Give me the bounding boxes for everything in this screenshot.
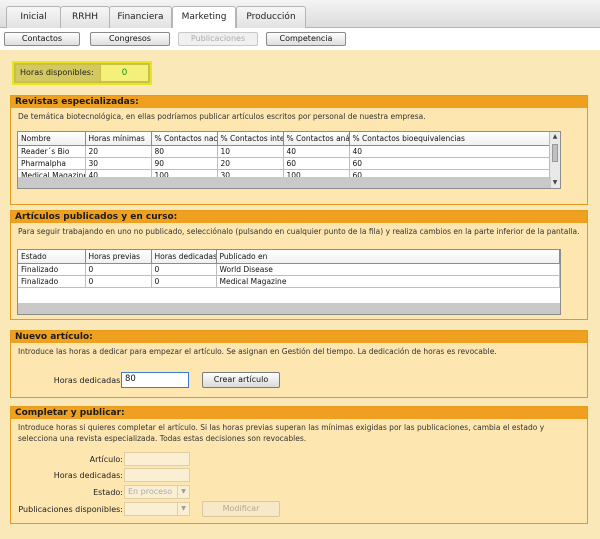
col-estado[interactable]: Estado (18, 250, 86, 264)
table-header-row: Nombre Horas mínimas % Contactos naci % … (18, 132, 551, 146)
subtab-competencia[interactable]: Competencia (266, 32, 346, 46)
cell: 0 (151, 263, 217, 276)
completar-hours-input[interactable] (124, 468, 190, 482)
cell: 20 (85, 145, 152, 158)
col-contactos-anal[interactable]: % Contactos anál (283, 132, 350, 146)
completar-title: Completar y publicar: (11, 407, 587, 419)
cell: 80 (151, 145, 218, 158)
nuevo-hours-input[interactable]: 80 (121, 372, 189, 388)
table-row[interactable]: Finalizado 0 0 World Disease (18, 263, 560, 276)
hours-available-box: Horas disponibles: 0 (12, 61, 152, 85)
col-nombre[interactable]: Nombre (18, 132, 86, 146)
chevron-down-icon: ▼ (177, 486, 189, 498)
cell: 20 (217, 157, 284, 170)
estado-selected-value: En proceso (128, 487, 173, 496)
hours-available-label: Horas disponibles: (16, 65, 100, 81)
col-contactos-inter[interactable]: % Contactos inter (217, 132, 284, 146)
hours-available-value: 0 (101, 65, 148, 81)
create-article-button[interactable]: Crear artículo (202, 372, 280, 388)
revistas-table: Nombre Horas mínimas % Contactos naci % … (17, 131, 561, 189)
articulos-horizontal-scrollbar[interactable] (18, 303, 560, 314)
nuevo-description: Introduce las horas a dedicar para empez… (18, 347, 497, 356)
cell: 0 (85, 275, 152, 288)
cell: 40 (283, 145, 350, 158)
estado-label: Estado: (93, 488, 123, 497)
cell: World Disease (216, 263, 560, 276)
nuevo-title: Nuevo artículo: (11, 331, 587, 343)
revistas-title: Revistas especializadas: (11, 96, 587, 108)
completar-description: Introduce horas si quieres completar el … (18, 423, 545, 443)
cell: 60 (349, 157, 551, 170)
estado-select[interactable]: En proceso ▼ (124, 485, 190, 499)
cell: Medical Magazine (216, 275, 560, 288)
cell: Finalizado (18, 263, 86, 276)
subtab-congresos[interactable]: Congresos (90, 32, 170, 46)
col-horas-minimas[interactable]: Horas mínimas (85, 132, 152, 146)
tab-produccion[interactable]: Producción (236, 6, 306, 28)
col-contactos-bioeq[interactable]: % Contactos bioequivalencias (349, 132, 551, 146)
articulos-title: Artículos publicados y en curso: (11, 211, 587, 223)
articulos-table: Estado Horas previas Horas dedicadas Pub… (17, 249, 561, 315)
col-publicado-en[interactable]: Publicado en (216, 250, 560, 264)
sub-tab-bar: Contactos Congresos Publicaciones Compet… (0, 28, 600, 50)
cell: 40 (349, 145, 551, 158)
tab-inicial[interactable]: Inicial (6, 6, 61, 28)
table-row[interactable]: Finalizado 0 0 Medical Magazine (18, 275, 560, 288)
articulo-label: Artículo: (89, 455, 123, 464)
tab-rrhh[interactable]: RRHH (60, 6, 110, 28)
col-horas-previas[interactable]: Horas previas (85, 250, 152, 264)
cell: 0 (85, 263, 152, 276)
cell: 90 (151, 157, 218, 170)
cell: Pharmalpha (18, 157, 86, 170)
revistas-section: Revistas especializadas: De temática bio… (10, 95, 588, 205)
revistas-description: De temática biotecnológica, en ellas pod… (18, 112, 426, 121)
cell: Finalizado (18, 275, 86, 288)
col-contactos-naci[interactable]: % Contactos naci (151, 132, 218, 146)
cell: Reader´s Bio (18, 145, 86, 158)
scroll-down-icon[interactable]: ▼ (551, 179, 559, 187)
articulos-section: Artículos publicados y en curso: Para se… (10, 210, 588, 320)
publicaciones-label: Publicaciones disponibles: (18, 505, 123, 514)
main-tab-bar: Inicial RRHH Financiera Marketing Produc… (0, 0, 600, 29)
articulo-field[interactable] (124, 452, 190, 466)
tab-marketing[interactable]: Marketing (172, 6, 236, 29)
scroll-thumb[interactable] (552, 144, 558, 162)
cell: 10 (217, 145, 284, 158)
col-horas-dedicadas[interactable]: Horas dedicadas (151, 250, 217, 264)
subtab-contactos[interactable]: Contactos (4, 32, 80, 46)
articulos-description: Para seguir trabajando en uno no publica… (18, 227, 580, 236)
publicaciones-select[interactable]: ▼ (124, 502, 190, 516)
cell: 30 (85, 157, 152, 170)
completar-hours-label: Horas dedicadas: (53, 471, 123, 480)
nuevo-hours-label: Horas dedicadas: (53, 376, 123, 385)
table-header-row: Estado Horas previas Horas dedicadas Pub… (18, 250, 560, 264)
completar-section: Completar y publicar: Introduce horas si… (10, 406, 588, 524)
table-row[interactable]: Pharmalpha 30 90 20 60 60 (18, 157, 551, 170)
modify-button[interactable]: Modificar (202, 501, 280, 517)
chevron-down-icon: ▼ (177, 503, 189, 515)
subtab-publicaciones[interactable]: Publicaciones (178, 32, 258, 46)
cell: 0 (151, 275, 217, 288)
cell: 60 (283, 157, 350, 170)
revistas-horizontal-scrollbar[interactable] (18, 177, 551, 188)
nuevo-section: Nuevo artículo: Introduce las horas a de… (10, 330, 588, 398)
table-row[interactable]: Reader´s Bio 20 80 10 40 40 (18, 145, 551, 158)
tab-financiera[interactable]: Financiera (109, 6, 172, 28)
scroll-up-icon[interactable]: ▲ (551, 133, 559, 141)
